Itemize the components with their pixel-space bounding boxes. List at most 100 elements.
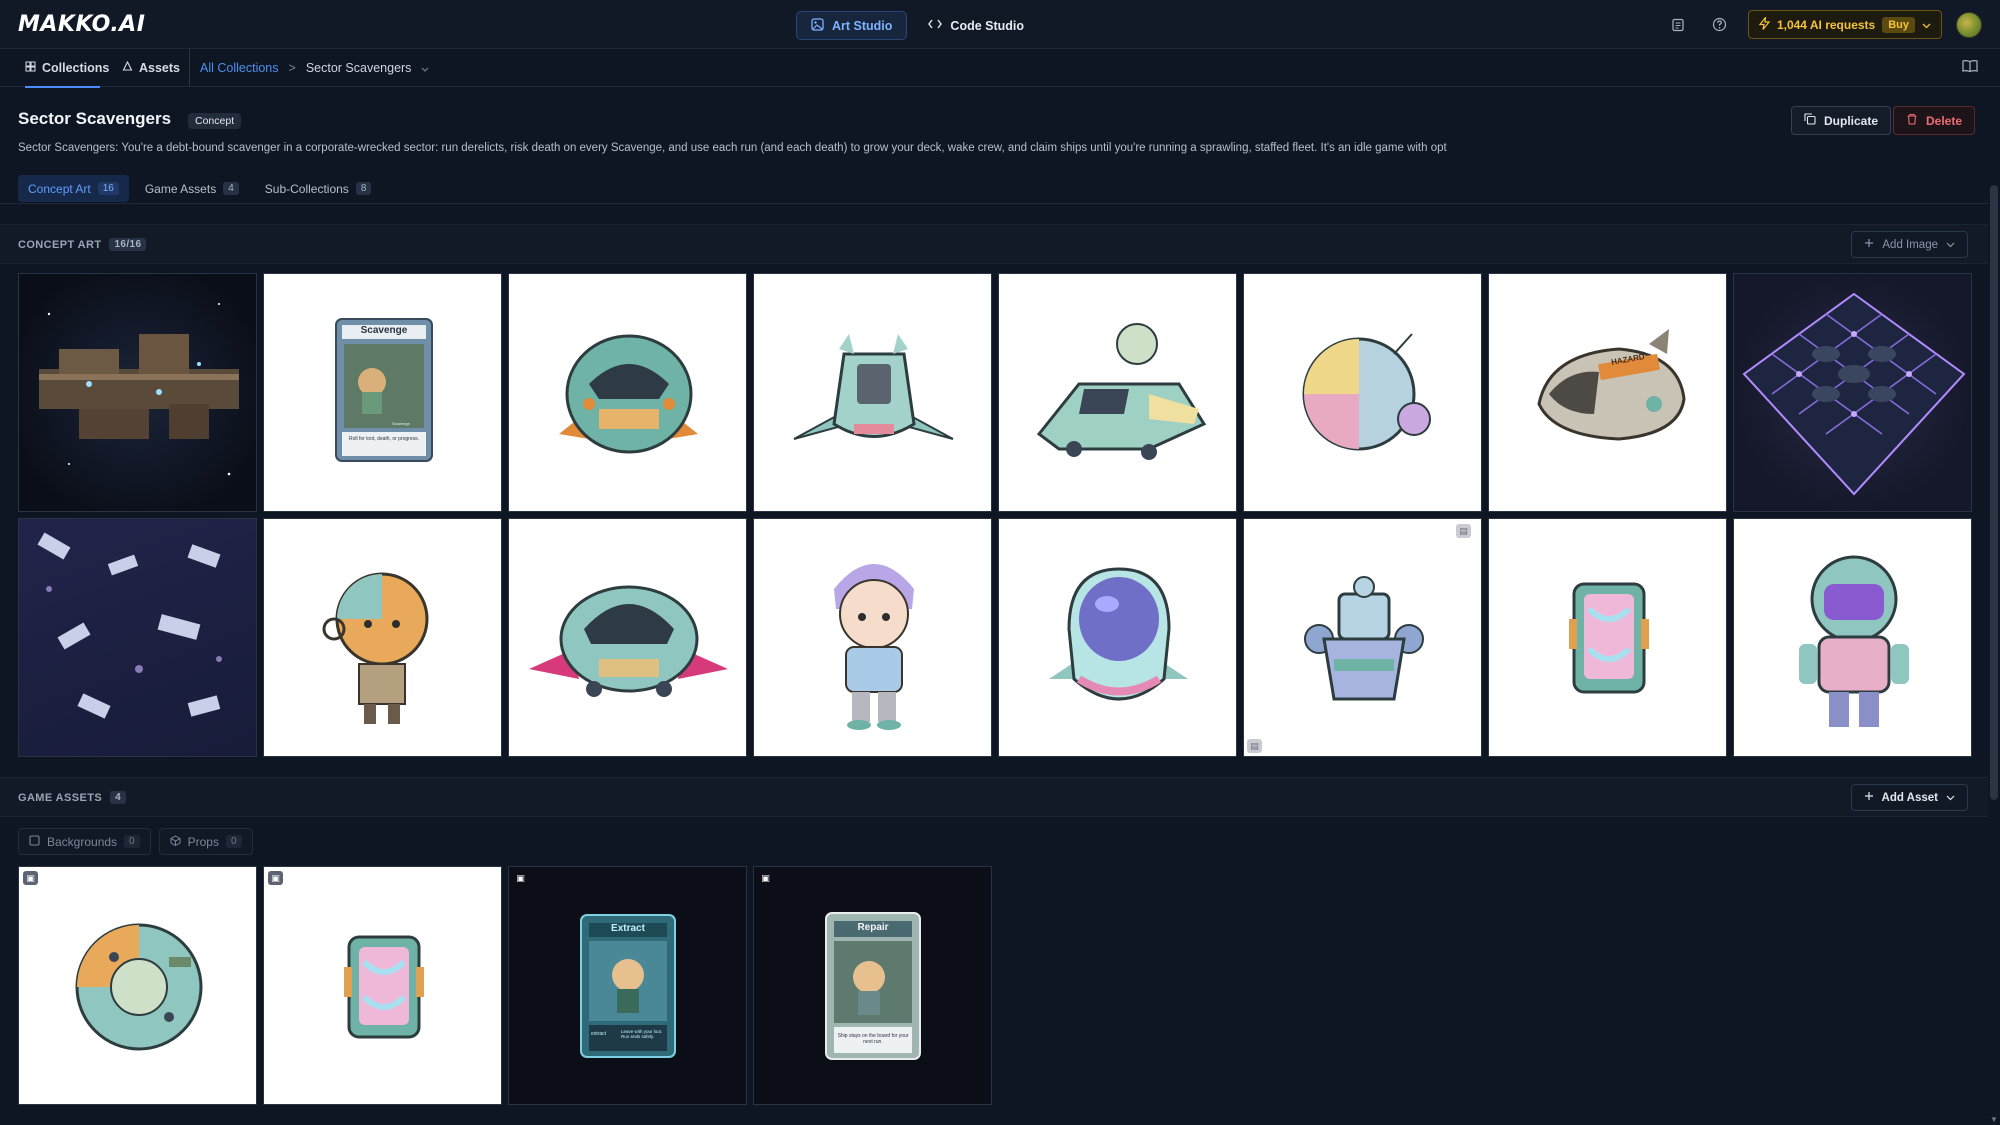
art-studio-button[interactable]: Art Studio [796, 11, 908, 40]
page-scrollbar[interactable]: ▼ [1988, 88, 2000, 1125]
save-icon[interactable]: ▤ [1456, 524, 1471, 538]
station-ship-image [1304, 576, 1424, 701]
tab-collections-label: Collections [42, 61, 110, 75]
tab-assets[interactable]: Assets [122, 49, 180, 87]
data-device-image [1569, 582, 1649, 694]
concept-art-tile[interactable] [18, 273, 257, 512]
concept-art-tile[interactable]: ▤ ▤ [1243, 518, 1482, 757]
concept-art-tile[interactable] [998, 518, 1237, 757]
buy-button[interactable]: Buy [1882, 16, 1915, 33]
tab-sub-collections-label: Sub-Collections [264, 181, 349, 196]
breadcrumb-separator: > [288, 61, 296, 75]
art-studio-label: Art Studio [832, 18, 893, 33]
shuttle-image [1036, 323, 1207, 460]
filter-backgrounds-label: Backgrounds [47, 834, 118, 849]
concept-art-tile[interactable] [1733, 273, 1972, 512]
add-image-button[interactable]: Add Image [1851, 231, 1968, 258]
concept-art-tile[interactable] [1733, 518, 1972, 757]
concept-art-tile[interactable] [1488, 518, 1727, 757]
tab-collections[interactable]: Collections [25, 49, 109, 88]
cube-icon [170, 834, 181, 849]
bookmark-icon[interactable]: ▣ [23, 871, 38, 885]
filter-props-label: Props [187, 834, 219, 849]
studio-switcher: Art Studio Code Studio [796, 11, 1039, 40]
help-icon[interactable] [1706, 11, 1734, 39]
concept-art-tile[interactable] [508, 273, 747, 512]
game-assets-heading: GAME ASSETS 4 [18, 791, 127, 804]
robot-image [322, 572, 429, 724]
code-studio-label: Code Studio [950, 18, 1025, 33]
chevron-down-icon[interactable] [1922, 18, 1931, 32]
add-asset-label: Add Asset [1881, 791, 1938, 804]
scrollbar-thumb[interactable] [1990, 185, 1998, 800]
escape-pod-image [1049, 567, 1188, 701]
ai-requests-button[interactable]: 1,044 AI requests Buy [1747, 10, 1942, 39]
tab-concept-art[interactable]: Concept Art 16 [18, 175, 129, 202]
filter-backgrounds[interactable]: Backgrounds 0 [18, 828, 151, 855]
game-asset-tile[interactable]: ▣ [263, 866, 502, 1105]
book-icon[interactable] [1962, 59, 1978, 76]
top-bar: MAKKO.AI Art Studio Code Studio 1,044 AI… [0, 0, 2000, 49]
concept-badge: Concept [188, 113, 242, 129]
duplicate-button[interactable]: Duplicate [1791, 106, 1892, 135]
changelog-icon[interactable] [1664, 11, 1692, 39]
ai-requests-count: 1,044 AI requests [1776, 17, 1876, 32]
add-image-label: Add Image [1882, 238, 1938, 251]
concept-art-tile[interactable]: Scavenge Scavenge Roll for loot, death, … [263, 273, 502, 512]
ship-pattern-image [37, 532, 222, 719]
fighter-ship-image [793, 334, 954, 440]
bookmark-icon[interactable]: ▣ [758, 871, 773, 885]
layer-icon[interactable]: ▤ [1247, 739, 1262, 753]
concept-art-tile[interactable] [998, 273, 1237, 512]
tab-sub-collections[interactable]: Sub-Collections 8 [255, 175, 382, 202]
user-avatar[interactable] [1956, 11, 1982, 38]
concept-art-tile[interactable] [753, 273, 992, 512]
concept-art-count: 16/16 [109, 238, 147, 251]
game-asset-tile[interactable]: Repair Ship stays on the board for your … [753, 866, 992, 1105]
add-asset-button[interactable]: Add Asset [1850, 784, 1968, 811]
breadcrumb-current[interactable]: Sector Scavengers [306, 61, 412, 75]
chevron-down-icon[interactable] [421, 61, 429, 75]
scroll-down-arrow[interactable]: ▼ [1990, 1115, 1998, 1124]
game-assets-section-header: GAME ASSETS 4 Add Asset [0, 777, 1988, 817]
game-asset-tile[interactable]: Extract extract Leave with your loot. Ru… [508, 866, 747, 1105]
delete-button[interactable]: Delete [1893, 106, 1976, 135]
game-assets-count: 4 [110, 791, 127, 804]
code-studio-button[interactable]: Code Studio [913, 11, 1039, 40]
chevron-down-icon [1946, 792, 1955, 804]
collection-tabs: Concept Art 16 Game Assets 4 Sub-Collect… [18, 175, 381, 202]
concept-art-tile[interactable]: HAZARD [1488, 273, 1727, 512]
extract-card-tag: extract [591, 1031, 607, 1037]
crew-character-image [834, 564, 914, 730]
collection-title: Sector Scavengers [18, 109, 172, 128]
concept-art-tile[interactable] [263, 518, 502, 757]
repair-card-title: Repair [857, 922, 889, 933]
makko-logo[interactable]: MAKKO.AI [18, 12, 145, 37]
breadcrumb: All Collections > Sector Scavengers [189, 49, 429, 87]
game-assets-grid: ▣ ▣ Extract extract Leave with your loot… [18, 866, 992, 1105]
plus-icon [1864, 238, 1874, 251]
filter-props[interactable]: Props 0 [158, 828, 253, 855]
concept-art-tile[interactable] [753, 518, 992, 757]
game-asset-tile[interactable]: ▣ [18, 866, 257, 1105]
collection-description: Sector Scavengers: You're a debt-bound s… [18, 142, 1447, 154]
concept-art-tile[interactable] [18, 518, 257, 757]
concept-art-tile[interactable] [1243, 273, 1482, 512]
shapes-icon [122, 60, 133, 75]
tab-game-assets[interactable]: Game Assets 4 [135, 175, 249, 202]
tab-concept-art-label: Concept Art [28, 181, 91, 196]
scavenge-card-tag: Scavenge [392, 421, 410, 426]
cruiser-ship-image [529, 585, 728, 697]
breadcrumb-all-collections[interactable]: All Collections [200, 61, 279, 75]
hazard-ship-image [1537, 329, 1686, 441]
scavenge-card-title: Scavenge [360, 325, 408, 336]
game-assets-label: GAME ASSETS [18, 791, 103, 804]
plus-icon [1864, 791, 1874, 804]
bookmark-icon[interactable]: ▣ [268, 871, 283, 885]
bookmark-icon[interactable]: ▣ [513, 871, 528, 885]
chevron-down-icon [1946, 239, 1955, 251]
concept-art-tile[interactable] [508, 518, 747, 757]
extract-card-title: Extract [611, 923, 645, 934]
extract-card-image [580, 914, 676, 1058]
filter-props-count: 0 [225, 835, 242, 848]
